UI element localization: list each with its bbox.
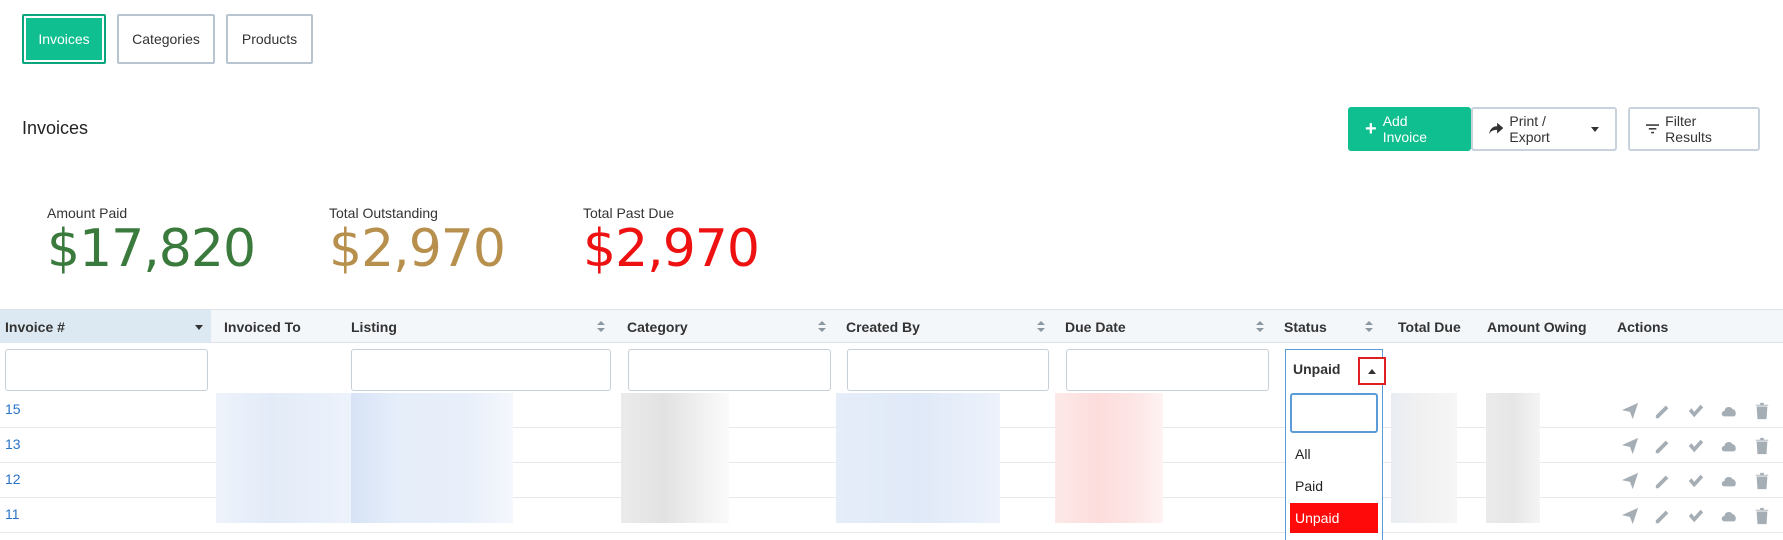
edit-icon[interactable] [1653,436,1672,455]
stat-value: $17,820 [47,219,256,279]
send-icon[interactable] [1620,436,1639,455]
filter-icon [1646,124,1660,134]
redacted-listing [351,393,513,523]
status-option-all[interactable]: All [1290,439,1378,469]
print-export-button[interactable]: Print / Export [1471,107,1617,151]
filter-row [0,343,1783,391]
table-body: 15 13 12 11 [0,393,1783,533]
column-label: Status [1284,318,1327,335]
redacted-due-date [1055,393,1163,523]
stat-value: $2,970 [329,219,506,279]
column-label: Listing [351,318,397,335]
filter-results-label: Filter Results [1665,113,1712,145]
caret-down-icon [1591,126,1599,132]
column-category[interactable]: Category [622,310,834,343]
category-filter-input[interactable] [628,349,831,391]
redacted-created-by [836,393,1000,523]
redacted-invoiced-to [216,393,352,523]
toolbar: + Add Invoice Print / Export Filter Resu… [1348,107,1760,151]
status-dropdown-panel: All Paid Unpaid [1285,389,1383,540]
page-title: Invoices [22,118,89,138]
trash-icon[interactable] [1752,506,1771,525]
edit-icon[interactable] [1653,401,1672,420]
column-label: Amount Owing [1487,318,1587,335]
column-status[interactable]: Status [1279,310,1381,343]
check-icon[interactable] [1686,401,1705,420]
share-icon [1489,122,1504,135]
send-icon[interactable] [1620,471,1639,490]
cloud-download-icon[interactable] [1719,401,1738,420]
redacted-total-due [1391,393,1457,523]
listing-filter-input[interactable] [351,349,611,391]
column-label: Invoice # [5,318,65,335]
dropdown-toggle-icon[interactable] [1358,357,1386,385]
status-option-paid[interactable]: Paid [1290,471,1378,501]
add-invoice-label: Add Invoice [1382,113,1428,145]
invoice-link[interactable]: 11 [5,506,20,522]
redacted-amount-owing [1486,393,1540,523]
column-label: Due Date [1065,318,1126,335]
sort-icon [1037,321,1045,333]
cloud-download-icon[interactable] [1719,436,1738,455]
sort-icon [1365,321,1373,333]
tab-invoices[interactable]: Invoices [22,14,106,64]
column-label: Actions [1617,318,1669,335]
stat-value: $2,970 [583,219,760,279]
plus-icon: + [1365,118,1377,140]
column-created-by[interactable]: Created By [841,310,1053,343]
invoice-link[interactable]: 15 [5,401,21,417]
invoices-table: Invoice # Invoiced To Listing Category C… [0,309,1783,540]
tab-products[interactable]: Products [226,14,313,64]
due-date-filter-input[interactable] [1066,349,1269,391]
column-invoiced-to: Invoiced To [219,310,339,343]
cloud-download-icon[interactable] [1719,506,1738,525]
invoice-number-filter-input[interactable] [5,349,208,391]
send-icon[interactable] [1620,506,1639,525]
column-label: Category [627,318,688,335]
column-due-date[interactable]: Due Date [1060,310,1272,343]
column-listing[interactable]: Listing [346,310,613,343]
sort-icon [597,321,605,333]
print-export-label: Print / Export [1509,113,1550,145]
redacted-category [621,393,729,523]
filter-results-button[interactable]: Filter Results [1628,107,1760,151]
edit-icon[interactable] [1653,471,1672,490]
check-icon[interactable] [1686,471,1705,490]
stat-amount-paid: Amount Paid $17,820 [47,205,256,279]
sort-desc-icon [195,325,203,330]
invoice-link[interactable]: 13 [5,436,21,452]
invoice-link[interactable]: 12 [5,471,21,487]
trash-icon[interactable] [1752,401,1771,420]
status-option-unpaid[interactable]: Unpaid [1290,503,1378,533]
sort-icon [818,321,826,333]
cloud-download-icon[interactable] [1719,471,1738,490]
top-tabs: Invoices Categories Products [22,14,313,64]
send-icon[interactable] [1620,401,1639,420]
status-search-input[interactable] [1290,393,1378,433]
created-by-filter-input[interactable] [847,349,1049,391]
sort-icon [1256,321,1264,333]
column-invoice-number[interactable]: Invoice # [0,310,211,343]
column-label: Created By [846,318,920,335]
row-actions [1620,506,1771,525]
column-label: Total Due [1398,318,1461,335]
table-header: Invoice # Invoiced To Listing Category C… [0,309,1783,343]
column-total-due: Total Due [1393,310,1478,343]
trash-icon[interactable] [1752,471,1771,490]
check-icon[interactable] [1686,436,1705,455]
edit-icon[interactable] [1653,506,1672,525]
trash-icon[interactable] [1752,436,1771,455]
check-icon[interactable] [1686,506,1705,525]
column-actions: Actions [1612,310,1702,343]
column-amount-owing: Amount Owing [1482,310,1607,343]
add-invoice-button[interactable]: + Add Invoice [1348,107,1471,151]
row-actions [1620,401,1771,420]
column-label: Invoiced To [224,318,301,335]
stat-total-outstanding: Total Outstanding $2,970 [329,205,506,279]
stat-total-past-due: Total Past Due $2,970 [583,205,760,279]
tab-categories[interactable]: Categories [117,14,215,64]
row-actions [1620,471,1771,490]
row-actions [1620,436,1771,455]
